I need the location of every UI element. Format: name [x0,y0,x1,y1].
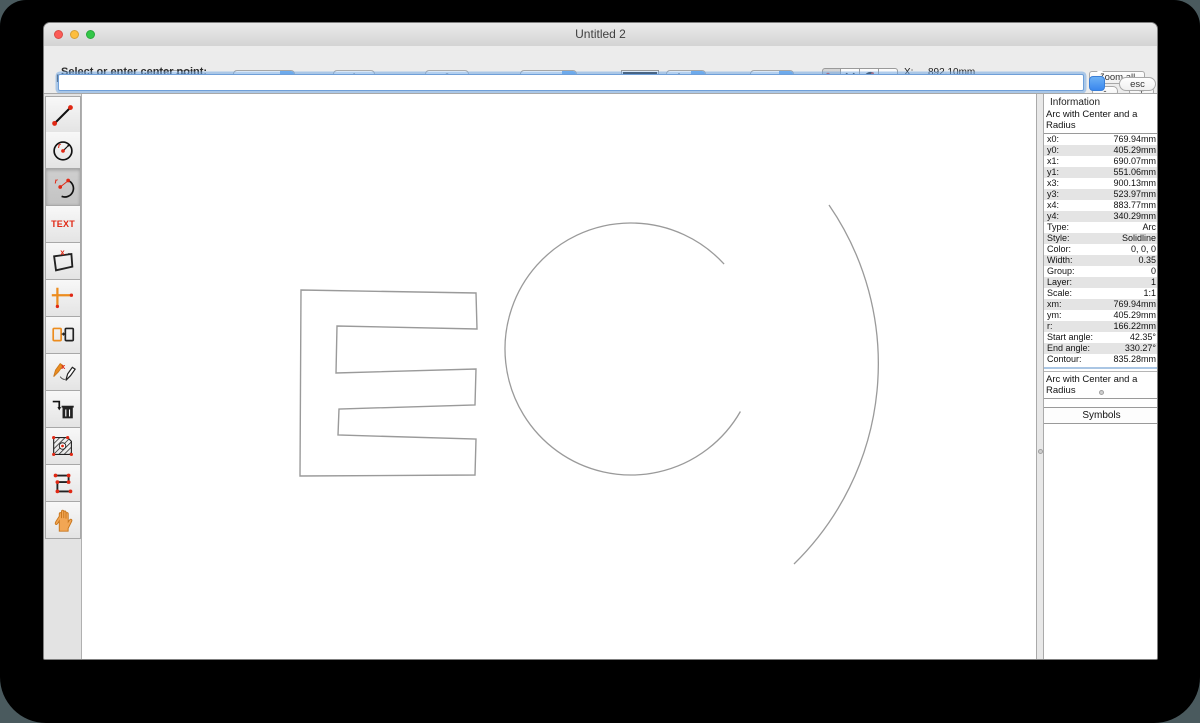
right-arc-shape [794,205,878,564]
text-tool-label: TEXT [51,219,75,229]
info-row: x4:883.77mm [1044,200,1158,211]
info-row: x0:769.94mm [1044,134,1158,145]
svg-text:x: x [61,362,66,371]
point-cross-icon [49,283,77,313]
info-row: y0:405.29mm [1044,145,1158,156]
app-window: Untitled 2 Pen: 1 Width: 0.35 Style: — S… [43,22,1158,660]
info-row: Contour:835.28mm [1044,354,1158,365]
info-row: y4:340.29mm [1044,211,1158,222]
info-row: End angle:330.27° [1044,343,1158,354]
svg-text:r: r [55,177,59,186]
tool-edit-pen[interactable]: x [45,354,81,391]
command-input[interactable] [58,74,1084,91]
info-row: Group:0 [1044,266,1158,277]
window-title: Untitled 2 [44,27,1157,41]
edit-pen-icon: x [49,357,77,387]
letter-e-shape [300,290,477,476]
info-row: Scale:1:1 [1044,288,1158,299]
tool-polyline[interactable] [45,465,81,502]
c-arc-shape [505,223,740,475]
svg-text:x: x [60,248,65,257]
panel-splitter[interactable] [1036,94,1044,659]
polyline-icon [49,468,77,498]
tool-quad-dimension[interactable]: x [45,243,81,280]
tool-line[interactable] [45,96,81,133]
tool-text[interactable]: TEXT [45,206,81,243]
quad-dimension-icon: x [49,246,77,276]
symbols-header[interactable]: Symbols [1044,407,1158,424]
tool-pan-hand[interactable] [45,502,81,539]
info-subheader: Arc with Center and a Radius [1044,108,1158,134]
info-row: xm:769.94mm [1044,299,1158,310]
tool-delete[interactable] [45,391,81,428]
info-row: ym:405.29mm [1044,310,1158,321]
info-rows: x0:769.94mmy0:405.29mmx1:690.07mmy1:551.… [1044,134,1158,365]
drawing-canvas[interactable] [82,94,1036,660]
info-row: Style:Solidline [1044,233,1158,244]
info-row: Type:Arc [1044,222,1158,233]
info-row: x3:900.13mm [1044,178,1158,189]
section-splitter-knob[interactable] [1099,390,1104,395]
info-row: y3:523.97mm [1044,189,1158,200]
info-row: Start angle:42.35° [1044,332,1158,343]
tool-hatch[interactable] [45,428,81,465]
info-row: x1:690.07mm [1044,156,1158,167]
info-divider [1044,367,1158,369]
tool-point-cross[interactable] [45,280,81,317]
esc-button[interactable]: esc [1119,77,1156,91]
info-row: y1:551.06mm [1044,167,1158,178]
info-header: Information [1044,94,1158,108]
tool-circle-radius[interactable]: r [45,132,81,169]
hand-icon [49,505,77,535]
delete-trash-icon [49,394,77,424]
tool-copy[interactable] [45,317,81,354]
info-row: Layer:1 [1044,277,1158,288]
info-row: r:166.22mm [1044,321,1158,332]
title-bar[interactable]: Untitled 2 [44,23,1157,47]
info-row: Width:0.35 [1044,255,1158,266]
tool-palette: r r TEXT x [44,94,82,659]
line-icon [49,100,77,130]
info-row: Color:0, 0, 0 [1044,244,1158,255]
main-area: r r TEXT x [44,93,1157,659]
arc-radius-icon: r [49,172,77,202]
tool-arc-radius[interactable]: r [45,169,81,206]
circle-radius-icon: r [49,135,77,165]
information-panel: Information Arc with Center and a Radius… [1044,94,1158,659]
copy-icon [49,320,77,350]
hatch-icon [49,431,77,461]
command-stepper[interactable] [1089,76,1105,91]
splitter-knob[interactable] [1038,449,1043,454]
